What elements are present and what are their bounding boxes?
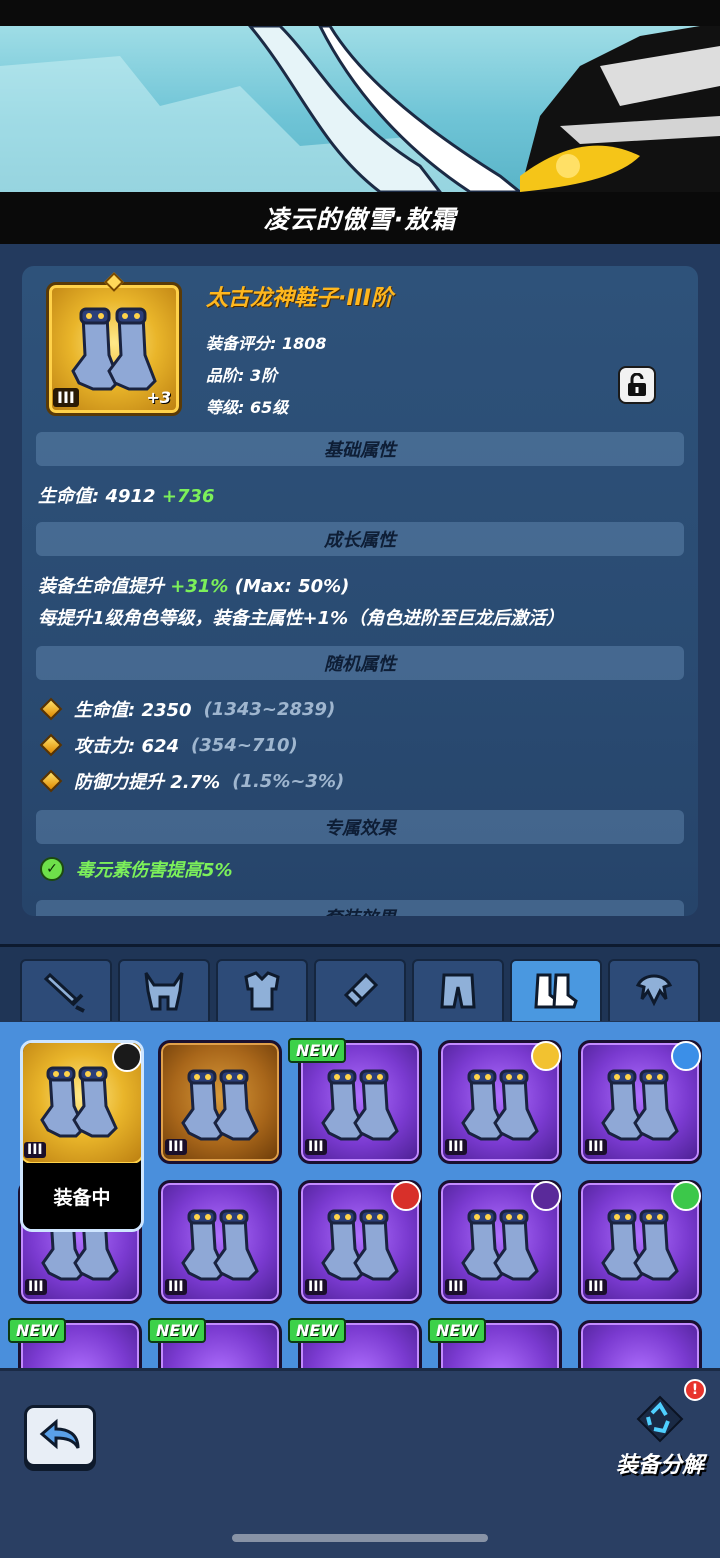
element-badge-icon	[112, 1043, 141, 1072]
tier-badge: III	[24, 1142, 46, 1158]
bottom-bar: ! 装备分解	[0, 1368, 720, 1558]
alert-badge: !	[684, 1379, 706, 1401]
check-icon: ✓	[40, 857, 64, 881]
growth-line-2: 每提升1级角色等级，装备主属性+1%（角色进阶至巨龙后激活）	[38, 608, 565, 629]
new-tag: NEW	[8, 1318, 66, 1343]
home-indicator	[232, 1534, 488, 1542]
random-attr-range: (1343~2839)	[203, 698, 336, 720]
inventory-slot[interactable]: III	[438, 1040, 562, 1164]
tier-badge: III	[585, 1279, 607, 1295]
section-set-effect: 套装效果	[36, 900, 684, 916]
item-detail-panel: III +3 太古龙神鞋子·III阶 装备评分: 1808 品阶: 3阶 等级:…	[22, 266, 698, 916]
decompose-button-label[interactable]: 装备分解	[616, 1447, 704, 1479]
element-badge-icon	[531, 1181, 561, 1211]
tier-badge: III	[585, 1139, 607, 1155]
tier-badge: III	[445, 1139, 467, 1155]
section-growth-attrs: 成长属性	[36, 522, 684, 556]
basic-hp-label: 生命值:	[38, 486, 100, 507]
new-tag: NEW	[428, 1318, 486, 1343]
random-attr-row: 生命值: 2350 (1343~2839)	[39, 696, 336, 722]
pants-icon	[440, 973, 476, 1009]
tier-badge: III	[445, 1279, 467, 1295]
bracer-icon	[343, 972, 379, 1008]
random-attr-row: 防御力提升 2.7% (1.5%~3%)	[39, 768, 345, 794]
recycle-icon[interactable]	[632, 1391, 688, 1447]
helmet-icon	[144, 972, 184, 1011]
new-tag: NEW	[148, 1318, 206, 1343]
item-level: 等级: 65级	[206, 398, 289, 417]
item-name: 太古龙神鞋子·III阶	[206, 286, 393, 311]
hero-banner-art	[0, 26, 720, 192]
tab-armor[interactable]	[216, 959, 308, 1021]
exclusive-effect-text: 毒元素伤害提高5%	[76, 860, 233, 881]
status-bar	[0, 0, 720, 26]
element-badge-icon	[671, 1041, 701, 1071]
basic-hp-value: 4912	[105, 486, 156, 507]
tier-badge: III	[25, 1279, 47, 1295]
equipment-slot-tabs	[0, 944, 720, 1024]
attr-diamond-icon	[39, 769, 63, 793]
tab-bracer[interactable]	[314, 959, 406, 1021]
tab-helmet[interactable]	[118, 959, 210, 1021]
random-attr-range: (1.5%~3%)	[232, 770, 345, 792]
character-name-bar: 凌云的傲雪·敖霜	[0, 192, 720, 244]
growth-bonus: +31%	[170, 576, 229, 597]
random-attr-text: 攻击力: 624	[74, 736, 180, 757]
attr-diamond-icon	[39, 697, 63, 721]
tab-boots[interactable]	[510, 959, 602, 1021]
tier-badge: III	[305, 1139, 327, 1155]
section-exclusive-effect: 专属效果	[36, 810, 684, 844]
basic-hp-bonus: +736	[161, 486, 215, 507]
random-attr-range: (354~710)	[191, 734, 298, 756]
inventory-slot[interactable]: III	[298, 1180, 422, 1304]
element-badge-icon	[531, 1041, 561, 1071]
inventory-slot[interactable]: III	[578, 1040, 702, 1164]
enhance-level: +3	[146, 388, 171, 407]
random-attr-text: 防御力提升 2.7%	[74, 772, 221, 793]
equipped-label: 装备中	[23, 1163, 141, 1229]
inventory-slot[interactable]: III	[158, 1180, 282, 1304]
tier-badge: III	[53, 388, 79, 407]
growth-line-1: 装备生命值提升 +31% (Max: 50%)	[38, 572, 349, 598]
item-grade: 品阶: 3阶	[206, 366, 278, 385]
new-tag: NEW	[288, 1318, 346, 1343]
armor-icon	[244, 971, 280, 1011]
tab-weapon[interactable]	[20, 959, 112, 1021]
accessory-icon	[635, 974, 673, 1007]
new-tag: NEW	[288, 1038, 346, 1063]
tab-pants[interactable]	[412, 959, 504, 1021]
attr-diamond-icon	[39, 733, 63, 757]
back-arrow-icon	[39, 1418, 80, 1450]
equipped-item-icon: III	[23, 1043, 141, 1164]
sword-icon	[43, 972, 85, 1013]
item-icon-card: III +3	[46, 272, 182, 416]
inventory-slot[interactable]	[578, 1320, 702, 1368]
growth-max: (Max: 50%)	[234, 576, 350, 597]
item-score: 装备评分: 1808	[206, 334, 327, 353]
element-badge-icon	[391, 1181, 421, 1211]
random-attr-text: 生命值: 2350	[74, 700, 192, 721]
basic-hp-line: 生命值: 4912 +736	[38, 482, 215, 508]
back-button[interactable]	[24, 1405, 96, 1467]
inventory-slot[interactable]: III	[578, 1180, 702, 1304]
random-attr-row: 攻击力: 624 (354~710)	[39, 732, 298, 758]
section-random-attrs: 随机属性	[36, 646, 684, 680]
section-basic-attrs: 基础属性	[36, 432, 684, 466]
tab-accessory[interactable]	[608, 959, 700, 1021]
tier-badge: III	[305, 1279, 327, 1295]
boots-icon	[534, 973, 578, 1009]
character-name: 凌云的傲雪·敖霜	[263, 205, 457, 234]
unlock-icon	[628, 373, 646, 396]
lock-button[interactable]	[618, 366, 656, 404]
equipped-item-slot[interactable]: III 装备中	[20, 1040, 144, 1232]
element-badge-icon	[671, 1181, 701, 1211]
growth-label: 装备生命值提升	[38, 576, 164, 597]
inventory-slot[interactable]: III	[158, 1040, 282, 1164]
tier-badge: III	[165, 1279, 187, 1295]
tier-badge: III	[165, 1139, 187, 1155]
inventory-slot[interactable]: III	[438, 1180, 562, 1304]
exclusive-effect-row: ✓ 毒元素伤害提高5%	[40, 856, 233, 882]
